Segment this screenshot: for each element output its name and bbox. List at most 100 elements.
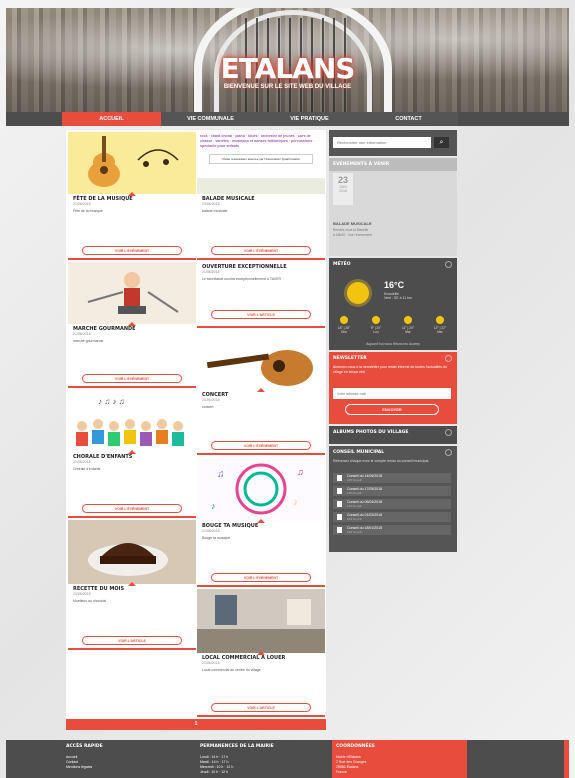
poster-text: rock · chant choral · piano · blues · or…: [200, 134, 315, 148]
card-ouverture[interactable]: OUVERTURE EXCEPTIONNELLE 21/06/2018 Le s…: [197, 262, 325, 328]
voir-evenement-button[interactable]: VOIR L'ÉVÉNEMENT: [82, 504, 182, 513]
card-arrow: [257, 388, 265, 392]
card-balade-musicale[interactable]: rock · chant choral · piano · blues · or…: [197, 132, 325, 260]
svg-text:♫: ♫: [217, 469, 225, 480]
search-box: ⌕: [329, 130, 457, 156]
svg-text:♫: ♫: [297, 467, 304, 477]
albums-widget[interactable]: ALBUMS PHOTOS DU VILLAGE: [329, 426, 457, 444]
card-fete-musique[interactable]: FÊTE DE LA MUSIQUE 21/06/2018 Fête de la…: [68, 132, 196, 260]
card-title[interactable]: BALADE MUSICALE: [197, 194, 325, 202]
sun-icon: [340, 316, 348, 324]
voir-evenement-button[interactable]: VOIR L'ÉVÉNEMENT: [211, 573, 311, 582]
site-subtitle: BIENVENUE SUR LE SITE WEB DU VILLAGE: [223, 84, 352, 90]
weather-title: MÉTÉO: [333, 262, 351, 267]
newsletter-email-input[interactable]: [333, 388, 451, 399]
conseil-widget: CONSEIL MUNICIPAL Retrouvez chaque mois …: [329, 446, 457, 552]
page-1-link[interactable]: 1: [192, 721, 200, 728]
main-nav: ACCUEIL VIE COMMUNALE VIE PRATIQUE CONTA…: [62, 112, 458, 126]
doc-size: 115 Ko pdf: [347, 491, 362, 495]
event-title[interactable]: BALADE MUSICALE: [333, 221, 372, 226]
marche-illustration: [87, 272, 179, 314]
footer-line: France: [336, 770, 347, 774]
poster-map: [197, 178, 325, 194]
card-marche-gourmande[interactable]: MARCHE GOURMANDE 21/06/2018 marche gourm…: [68, 262, 196, 388]
voir-evenement-button[interactable]: VOIR L'ÉVÉNEMENT: [211, 441, 311, 450]
nav-vie-pratique[interactable]: VIE PRATIQUE: [260, 112, 359, 126]
children-choir-illustration: ♪ ♫ ♪ ♫: [76, 397, 184, 446]
albums-title[interactable]: ALBUMS PHOTOS DU VILLAGE: [329, 426, 457, 439]
card-arrow: [128, 450, 136, 454]
newsletter-text: Abonnez-vous à la newsletter pour rester…: [333, 365, 447, 374]
card-arrow: [128, 192, 136, 196]
card-bouge-musique[interactable]: ♫ ♪ ♪ ♫ BOUGE TA MUSIQUE 21/06/2018 Bouge …: [197, 457, 325, 587]
card-concert[interactable]: CONCERT 21/06/2018 concert VOIR L'ÉVÉNEM…: [197, 330, 325, 455]
forecast-label: Mer: [437, 330, 443, 334]
guitar-illustration: [88, 136, 179, 187]
bouge-image: ♫ ♪ ♪ ♫: [197, 457, 325, 523]
card-title[interactable]: OUVERTURE EXCEPTIONNELLE: [197, 262, 325, 270]
events-title: ÉVÉNEMENTS À VENIR: [329, 158, 457, 171]
chocolate-cake-photo: [88, 543, 168, 576]
voir-article-button[interactable]: VOIR L'ARTICLE: [211, 310, 311, 319]
newsletter-submit-button[interactable]: ENVOYER: [345, 404, 439, 415]
card-text: Local commercial au centre du village: [202, 668, 261, 672]
search-input[interactable]: [333, 137, 431, 148]
card-local-commercial[interactable]: LOCAL COMMERCIAL À LOUER 21/06/2018 Loca…: [197, 589, 325, 717]
local-image: [197, 589, 325, 655]
footer-line: Jeudi : 10 h · 12 h: [200, 770, 229, 774]
voir-article-button[interactable]: VOIR L'ARTICLE: [82, 636, 182, 645]
voir-evenement-button[interactable]: VOIR L'ÉVÉNEMENT: [82, 246, 182, 255]
forecast-label: Mar: [405, 330, 411, 334]
pagination: 1: [66, 719, 326, 730]
event-date-box: 23 JUIN 2018: [333, 173, 353, 205]
nav-vie-communale[interactable]: VIE COMMUNALE: [161, 112, 260, 126]
conseil-doc-link[interactable]: Conseil du 14/06/2018 125 Ko pdf: [333, 473, 451, 483]
conseil-doc-link[interactable]: Conseil du 01/03/2018 143 Ko pdf: [333, 512, 451, 522]
nav-contact[interactable]: CONTACT: [359, 112, 458, 126]
poster-subtext: Petite restauration assurée par l'Associ…: [209, 154, 313, 164]
card-text: balade musicale: [202, 209, 228, 213]
conseil-doc-link[interactable]: Conseil du 17/05/2018 115 Ko pdf: [333, 486, 451, 496]
footer-accent-edge: [564, 740, 569, 778]
forecast-day: 11° | 20° Mar: [397, 316, 419, 334]
nav-accueil[interactable]: ACCUEIL: [62, 112, 161, 126]
voir-evenement-button[interactable]: VOIR L'ÉVÉNEMENT: [211, 246, 311, 255]
forecast-day: 12° | 22° Mer: [429, 316, 451, 334]
footer-col-coordonnees: COORDONNÉES Mairie d'Etalans 2 Rue des G…: [336, 744, 375, 775]
events-header: ÉVÉNEMENTS À VENIR: [329, 158, 457, 171]
room-photo: [197, 589, 325, 653]
search-icon[interactable]: ⌕: [434, 137, 449, 148]
newsletter-title: NEWSLETTER: [333, 356, 367, 361]
forecast-label: Dim: [341, 330, 347, 334]
event-year: 2018: [339, 189, 347, 193]
event-time[interactable]: à 18h00 · Voir l'événement: [333, 233, 372, 237]
concert-image: [197, 330, 325, 392]
voir-evenement-button[interactable]: VOIR L'ÉVÉNEMENT: [82, 374, 182, 383]
newsletter-icon: [445, 355, 452, 362]
site-title[interactable]: ETALANS: [6, 52, 569, 85]
footer-col-permanences: PERMANENCES DE LA MAIRIE Lundi : 14 h · …: [200, 744, 274, 775]
card-arrow: [128, 582, 136, 586]
conseil-icon: [445, 449, 452, 456]
footer-col-acces: ACCÈS RAPIDE Accueil Contact Mentions lé…: [66, 744, 103, 770]
voir-article-button[interactable]: VOIR L'ARTICLE: [211, 703, 311, 712]
card-arrow: [128, 322, 136, 326]
card-recette[interactable]: RECETTE DU MOIS 21/06/2018 Moelleux au c…: [68, 520, 196, 650]
conseil-doc-link[interactable]: Conseil du 06/04/2018 113 Ko pdf: [333, 499, 451, 509]
main-content: FÊTE DE LA MUSIQUE 21/06/2018 Fête de la…: [66, 130, 326, 730]
forecast-label: Lun: [373, 330, 379, 334]
card-chorale[interactable]: ♪ ♫ ♪ ♫ CHORALE D'ENFANTS 21/06/2018 Cho…: [68, 390, 196, 518]
card-arrow: [257, 651, 265, 655]
card-text: Fête de la musique: [73, 209, 103, 213]
sun-icon: [436, 316, 444, 324]
card-text: Le secrétariat ouvrira exceptionnellemen…: [202, 277, 281, 281]
recette-image: [68, 520, 196, 586]
conseil-doc-link[interactable]: Conseil du 18/01/2018 136 Ko pdf: [333, 525, 451, 535]
footer-link[interactable]: Mentions légales: [66, 765, 103, 770]
card-text: marche gourmande: [73, 339, 104, 343]
card-text: Bouge ta musique: [202, 536, 231, 540]
svg-text:♪: ♪: [211, 501, 216, 511]
card-text: concert: [202, 405, 214, 409]
header-banner: ETALANS BIENVENUE SUR LE SITE WEB DU VIL…: [6, 8, 569, 112]
weather-icon: [445, 261, 452, 268]
